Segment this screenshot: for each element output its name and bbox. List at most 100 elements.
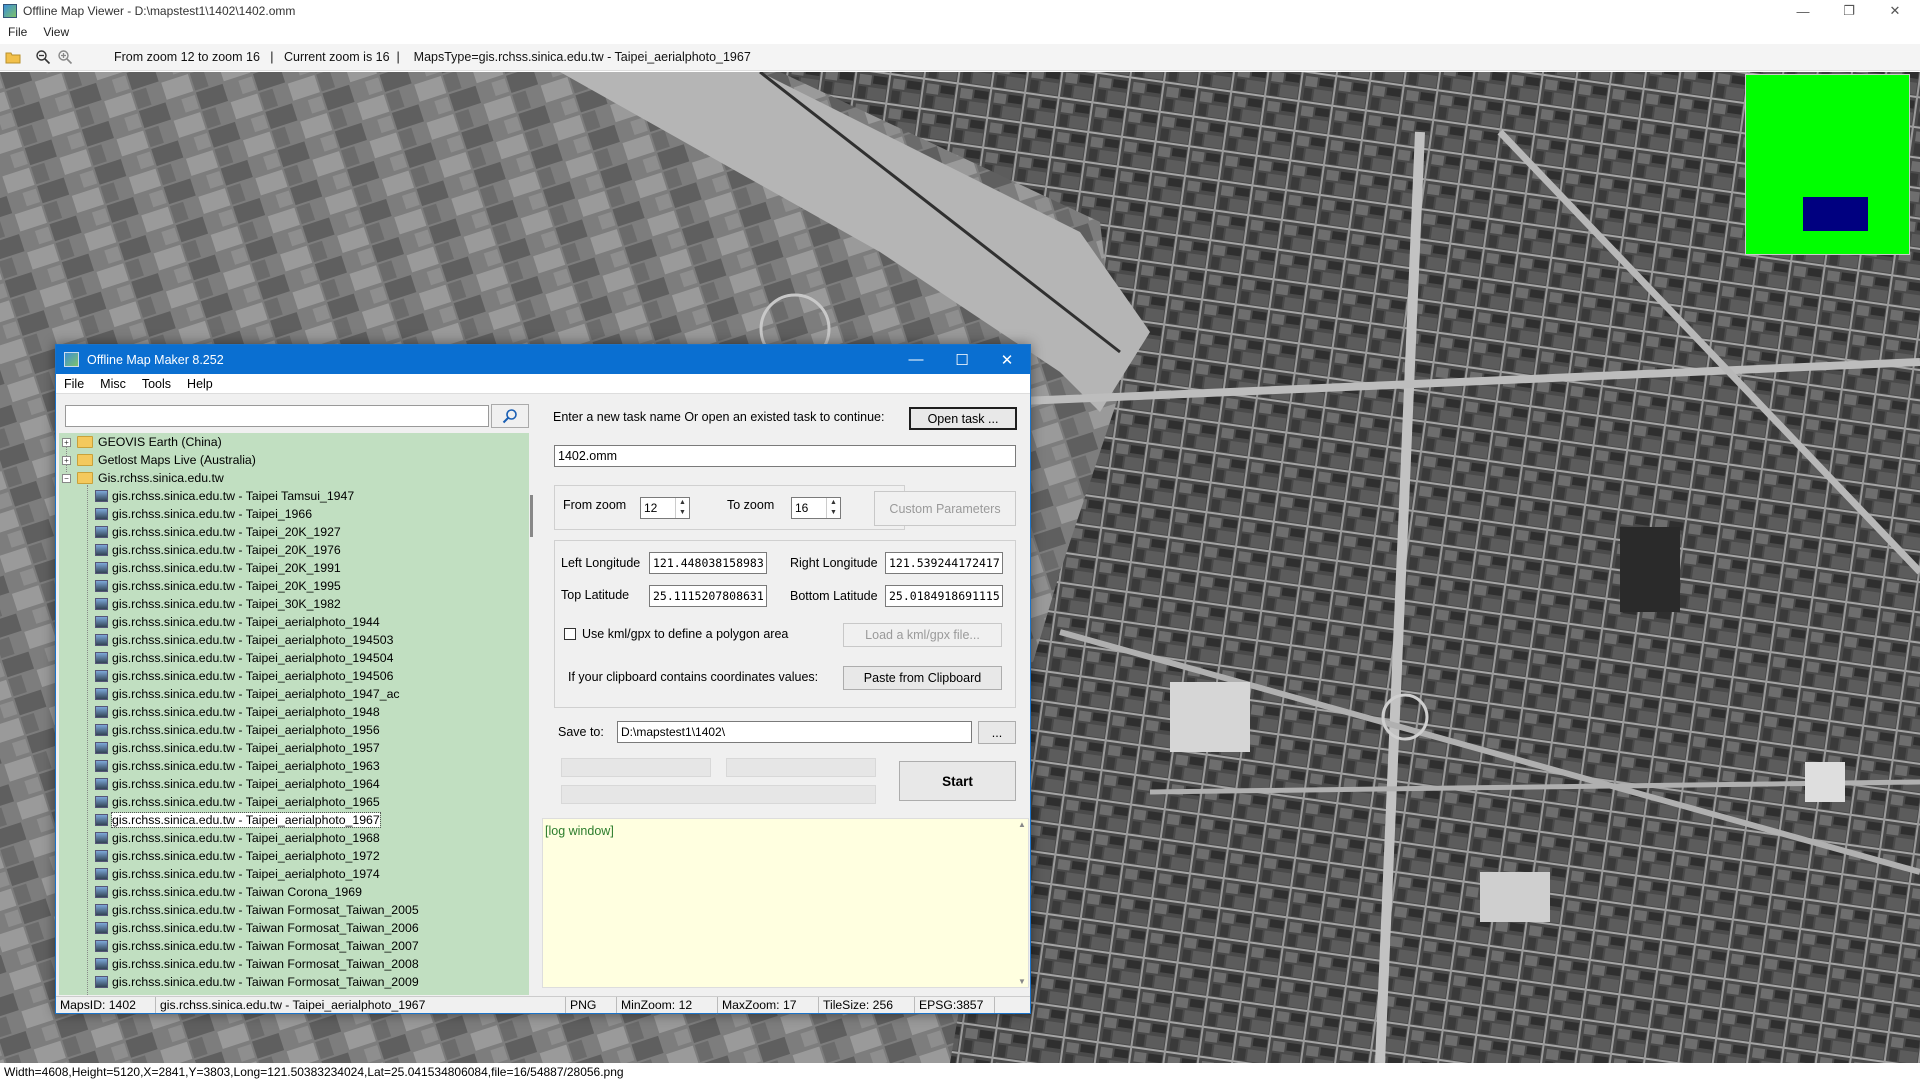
tree-item[interactable]: gis.rchss.sinica.edu.tw - Taipei_aerialp…	[95, 613, 380, 631]
progress-bar-1	[561, 758, 711, 777]
open-task-button[interactable]: Open task ...	[909, 407, 1017, 430]
tree-item[interactable]: gis.rchss.sinica.edu.tw - Taipei_aerialp…	[95, 847, 380, 865]
dialog-menu-help[interactable]: Help	[179, 377, 221, 391]
spin-down-icon[interactable]: ▼	[676, 508, 689, 518]
dialog-maximize-button[interactable]: ☐	[939, 345, 985, 374]
tree-item[interactable]: gis.rchss.sinica.edu.tw - Taiwan Formosa…	[95, 919, 419, 937]
load-kml-button[interactable]: Load a kml/gpx file...	[843, 623, 1002, 647]
tree-item[interactable]: gis.rchss.sinica.edu.tw - Taipei_aerialp…	[95, 811, 381, 829]
left-longitude-input[interactable]: 121.448038158983	[649, 552, 767, 574]
tree-group-geovis[interactable]: + GEOVIS Earth (China)	[59, 433, 222, 451]
bottom-latitude-input[interactable]: 25.0184918691115	[885, 585, 1003, 607]
tree-group-label: Getlost Maps Live (Australia)	[98, 453, 256, 467]
tree-item-label: gis.rchss.sinica.edu.tw - Taipei_aerialp…	[112, 633, 394, 647]
right-longitude-input[interactable]: 121.539244172417	[885, 552, 1003, 574]
tree-item[interactable]: gis.rchss.sinica.edu.tw - Taipei_aerialp…	[95, 685, 400, 703]
tree-item[interactable]: gis.rchss.sinica.edu.tw - Taipei_aerialp…	[95, 793, 380, 811]
tree-scrollbar[interactable]	[530, 495, 533, 537]
close-button[interactable]: ✕	[1872, 0, 1918, 22]
tree-item[interactable]: gis.rchss.sinica.edu.tw - Taipei_aerialp…	[95, 721, 380, 739]
tree-item[interactable]: gis.rchss.sinica.edu.tw - Taipei_1966	[95, 505, 312, 523]
expand-icon[interactable]: +	[62, 437, 71, 447]
spin-up-icon[interactable]: ▲	[676, 498, 689, 508]
top-latitude-input[interactable]: 25.1115207808631	[649, 585, 767, 607]
bottom-latitude-label: Bottom Latitude	[790, 589, 878, 603]
zoom-in-icon[interactable]	[56, 48, 74, 66]
menu-view[interactable]: View	[35, 25, 77, 39]
tree-item[interactable]: gis.rchss.sinica.edu.tw - Taipei_20K_199…	[95, 559, 341, 577]
to-zoom-spinner[interactable]: 16 ▲ ▼	[791, 497, 841, 519]
log-text: [log window]	[545, 824, 614, 838]
app-icon	[3, 4, 17, 18]
tree-item-label: gis.rchss.sinica.edu.tw - Taipei_aerialp…	[112, 849, 380, 863]
tree-group-getlost[interactable]: + Getlost Maps Live (Australia)	[59, 451, 256, 469]
from-zoom-spinner[interactable]: 12 ▲ ▼	[640, 497, 690, 519]
status-bar: Width=4608,Height=5120,X=2841,Y=3803,Lon…	[0, 1063, 1920, 1080]
tree-item[interactable]: gis.rchss.sinica.edu.tw - Taipei_aerialp…	[95, 649, 393, 667]
spin-up-icon[interactable]: ▲	[827, 498, 840, 508]
tree-item[interactable]: gis.rchss.sinica.edu.tw - Taipei_30K_198…	[95, 595, 341, 613]
menu-file[interactable]: File	[0, 25, 35, 39]
scroll-up-icon[interactable]: ▲	[1018, 820, 1026, 829]
dialog-titlebar[interactable]: Offline Map Maker 8.252 — ☐ ✕	[56, 345, 1030, 374]
tree-item[interactable]: gis.rchss.sinica.edu.tw - Taipei_aerialp…	[95, 667, 393, 685]
tree-item[interactable]: gis.rchss.sinica.edu.tw - Taiwan Corona_…	[95, 883, 362, 901]
minimize-button[interactable]: —	[1780, 0, 1826, 22]
map-layer-icon	[95, 868, 108, 880]
right-longitude-label: Right Longitude	[790, 556, 878, 570]
tree-item[interactable]: gis.rchss.sinica.edu.tw - Taipei_20K_192…	[95, 523, 341, 541]
save-to-input[interactable]: D:\mapstest1\1402\	[617, 721, 972, 743]
dialog-title: Offline Map Maker 8.252	[87, 352, 224, 367]
tree-item[interactable]: gis.rchss.sinica.edu.tw - Taipei_aerialp…	[95, 739, 380, 757]
tree-item[interactable]: gis.rchss.sinica.edu.tw - Taipei_aerialp…	[95, 865, 380, 883]
tree-item-label: gis.rchss.sinica.edu.tw - Taipei_aerialp…	[112, 777, 380, 791]
paste-clipboard-button[interactable]: Paste from Clipboard	[843, 666, 1002, 690]
tree-group-label: GEOVIS Earth (China)	[98, 435, 222, 449]
tree-item[interactable]: gis.rchss.sinica.edu.tw - Taipei_aerialp…	[95, 631, 393, 649]
status-max-zoom: MaxZoom: 17	[718, 997, 819, 1013]
dialog-menu-misc[interactable]: Misc	[92, 377, 134, 391]
start-button[interactable]: Start	[899, 761, 1016, 801]
tree-item[interactable]: gis.rchss.sinica.edu.tw - Taipei Tamsui_…	[95, 487, 354, 505]
tree-item[interactable]: gis.rchss.sinica.edu.tw - Taipei_aerialp…	[95, 757, 380, 775]
minimap[interactable]	[1745, 74, 1910, 255]
log-window[interactable]: [log window]	[542, 818, 1029, 988]
log-scrollbar[interactable]: ▲ ▼	[1016, 820, 1028, 986]
task-name-input[interactable]: 1402.omm	[554, 445, 1016, 467]
restore-button[interactable]: ❐	[1826, 0, 1872, 22]
tree-item[interactable]: gis.rchss.sinica.edu.tw - Taiwan Formosa…	[95, 901, 419, 919]
map-layer-icon	[95, 526, 108, 538]
tree-item[interactable]: gis.rchss.sinica.edu.tw - Taipei_aerialp…	[95, 829, 380, 847]
to-zoom-value: 16	[795, 501, 809, 515]
dialog-minimize-button[interactable]: —	[893, 345, 939, 374]
dialog-menu-file[interactable]: File	[56, 377, 92, 391]
tree-item[interactable]: gis.rchss.sinica.edu.tw - Taiwan Formosa…	[95, 973, 419, 991]
scroll-down-icon[interactable]: ▼	[1018, 977, 1026, 986]
zoom-out-icon[interactable]	[34, 48, 52, 66]
map-search-input[interactable]	[65, 405, 489, 427]
tree-item[interactable]: gis.rchss.sinica.edu.tw - Taipei_20K_199…	[95, 577, 341, 595]
collapse-icon[interactable]: −	[62, 473, 71, 483]
tree-group-gis-rchss[interactable]: − Gis.rchss.sinica.edu.tw	[59, 469, 224, 487]
tree-item[interactable]: gis.rchss.sinica.edu.tw - Taiwan Formosa…	[95, 955, 419, 973]
kml-checkbox[interactable]	[564, 628, 576, 640]
status-min-zoom: MinZoom: 12	[617, 997, 718, 1013]
tree-item-label: gis.rchss.sinica.edu.tw - Taipei_aerialp…	[112, 741, 380, 755]
dialog-menu-tools[interactable]: Tools	[134, 377, 179, 391]
from-zoom-label: From zoom	[563, 498, 627, 512]
dialog-close-button[interactable]: ✕	[984, 345, 1030, 374]
tree-item-label: gis.rchss.sinica.edu.tw - Taipei_aerialp…	[112, 723, 380, 737]
tree-item[interactable]: gis.rchss.sinica.edu.tw - Taipei_aerialp…	[95, 775, 380, 793]
spin-down-icon[interactable]: ▼	[827, 508, 840, 518]
folder-icon	[77, 454, 93, 466]
tree-item[interactable]: gis.rchss.sinica.edu.tw - Taipei_aerialp…	[95, 703, 380, 721]
expand-icon[interactable]: +	[62, 455, 71, 465]
tree-item[interactable]: gis.rchss.sinica.edu.tw - Taiwan Formosa…	[95, 937, 419, 955]
custom-parameters-button[interactable]: Custom Parameters	[874, 491, 1016, 526]
browse-button[interactable]: ...	[978, 721, 1016, 744]
tree-item[interactable]: gis.rchss.sinica.edu.tw - Taipei_20K_197…	[95, 541, 341, 559]
search-button[interactable]	[491, 404, 529, 428]
open-folder-icon[interactable]	[4, 48, 22, 66]
minimap-viewport[interactable]	[1803, 197, 1868, 231]
maps-tree[interactable]: + GEOVIS Earth (China) + Getlost Maps Li…	[59, 433, 529, 995]
